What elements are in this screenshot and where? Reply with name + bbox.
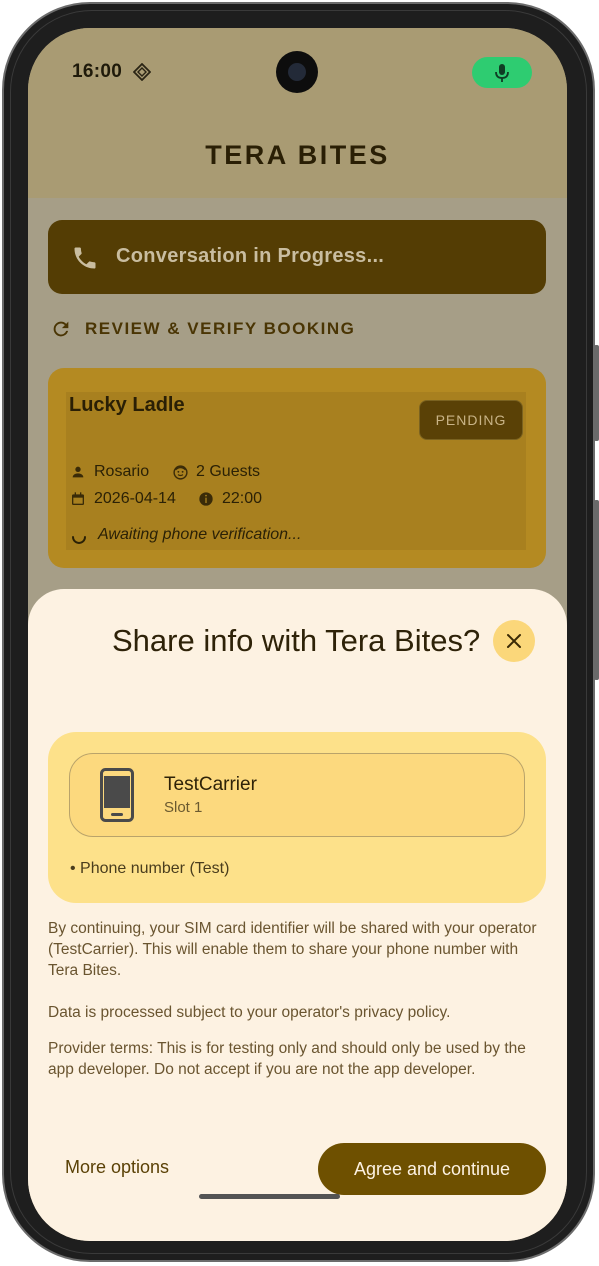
refresh-icon: [53, 321, 69, 337]
carrier-name: TestCarrier: [164, 774, 257, 795]
microphone-indicator: [472, 57, 532, 88]
status-badge: PENDING: [419, 400, 523, 440]
home-indicator[interactable]: [199, 1194, 340, 1199]
provider-terms-text: Provider terms: This is for testing only…: [48, 1040, 526, 1078]
power-button: [594, 500, 599, 680]
booking-date-text: 2026-04-14: [94, 490, 176, 507]
clock: 16:00: [72, 61, 123, 82]
close-icon: [507, 634, 521, 648]
face-icon: [173, 465, 188, 480]
app-title: TERA BITES: [205, 140, 390, 170]
status-bar: 16:00: [28, 28, 567, 118]
guest-name-text: Rosario: [94, 463, 150, 480]
microphone-icon: [495, 64, 509, 82]
carrier-card[interactable]: TestCarrier Slot 1: [69, 753, 525, 837]
phone-icon: [74, 247, 96, 269]
conversation-banner: Conversation in Progress...: [48, 220, 546, 294]
sheet-title: Share info with Tera Bites?: [112, 623, 481, 658]
camera-cutout: [276, 51, 318, 93]
info-icon: [199, 492, 213, 506]
restaurant-name: Lucky Ladle: [69, 394, 185, 416]
phone-device-icon: [100, 768, 134, 822]
carrier-info-panel: TestCarrier Slot 1 • Phone number (Test): [48, 732, 546, 903]
awaiting-text: Awaiting phone verification...: [98, 526, 302, 543]
carrier-slot: Slot 1: [164, 799, 203, 816]
booking-time-text: 22:00: [222, 490, 263, 507]
volume-button: [594, 345, 599, 441]
guest-count-text: 2 Guests: [196, 463, 261, 480]
close-button[interactable]: [493, 620, 535, 662]
shared-item-phone-number: • Phone number (Test): [70, 860, 230, 877]
screen: TERA BITES 16:00 Conversation in Progres…: [28, 28, 567, 1241]
privacy-text: Data is processed subject to your operat…: [48, 1004, 451, 1021]
disclosure-text: By continuing, your SIM card identifier …: [48, 920, 537, 979]
more-options-button[interactable]: More options: [65, 1157, 169, 1178]
agree-and-continue-button[interactable]: Agree and continue: [318, 1143, 546, 1195]
share-info-sheet: Share info with Tera Bites? TestCarrier …: [28, 589, 567, 1241]
sync-diamond-icon: [133, 63, 151, 81]
review-label: REVIEW & VERIFY BOOKING: [85, 319, 356, 338]
loading-spinner-icon: [72, 536, 86, 544]
banner-text: Conversation in Progress...: [116, 245, 385, 267]
calendar-icon: [72, 492, 84, 505]
person-icon: [72, 466, 84, 478]
